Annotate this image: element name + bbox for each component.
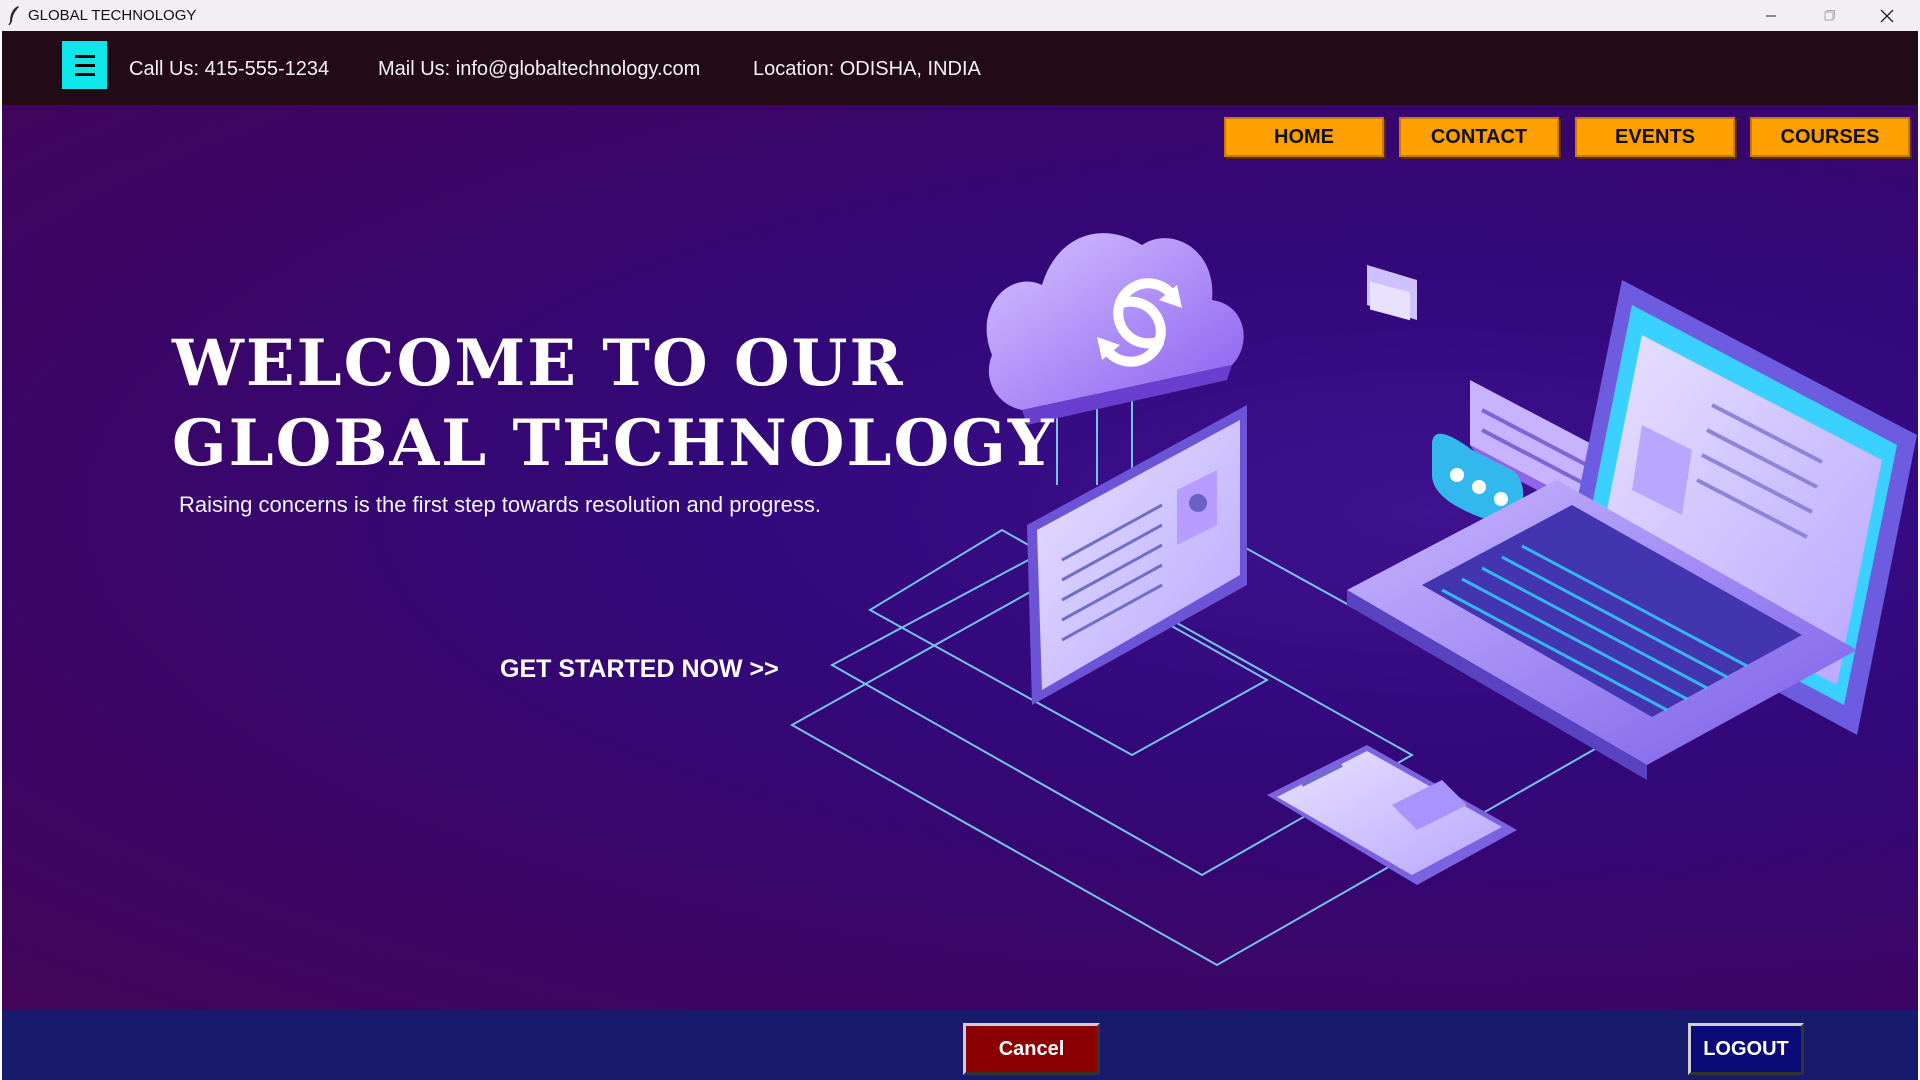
hero-banner — [2, 105, 1918, 1010]
minimize-icon[interactable] — [1742, 0, 1800, 31]
hero-tagline: Raising concerns is the first step towar… — [179, 492, 821, 517]
phone-graphic — [1267, 745, 1517, 885]
nav-home-button[interactable]: HOME — [1224, 117, 1384, 157]
window-titlebar: GLOBAL TECHNOLOGY — [0, 0, 1920, 31]
tablet-graphic — [1027, 405, 1247, 705]
close-icon[interactable] — [1858, 0, 1916, 31]
laptop-graphic — [1347, 280, 1917, 780]
nav-events-button[interactable]: EVENTS — [1575, 117, 1735, 157]
cancel-button[interactable]: Cancel — [963, 1023, 1100, 1075]
feather-icon — [8, 6, 19, 25]
location-info: Location: ODISHA, INDIA — [753, 58, 981, 80]
call-info: Call Us: 415-555-1234 — [129, 58, 330, 80]
nav-courses-button[interactable]: COURSES — [1750, 117, 1910, 157]
window-title: GLOBAL TECHNOLOGY — [28, 7, 197, 24]
mail-info: Mail Us: info@globaltechnology.com — [378, 58, 701, 80]
technology-illustration — [789, 233, 1917, 967]
logout-button[interactable]: LOGOUT — [1688, 1023, 1804, 1075]
bottom-bar — [2, 1010, 1918, 1080]
hero-headline-line2: GLOBAL TECHNOLOGY — [172, 406, 1056, 481]
nav-contact-button[interactable]: CONTACT — [1399, 117, 1559, 157]
maximize-icon[interactable] — [1800, 0, 1858, 31]
get-started-link[interactable]: GET STARTED NOW >> — [500, 655, 779, 684]
cloud-sync-icon — [986, 233, 1244, 425]
hamburger-icon[interactable] — [62, 41, 107, 89]
hero-headline-line1: WELCOME TO OUR — [172, 326, 905, 401]
